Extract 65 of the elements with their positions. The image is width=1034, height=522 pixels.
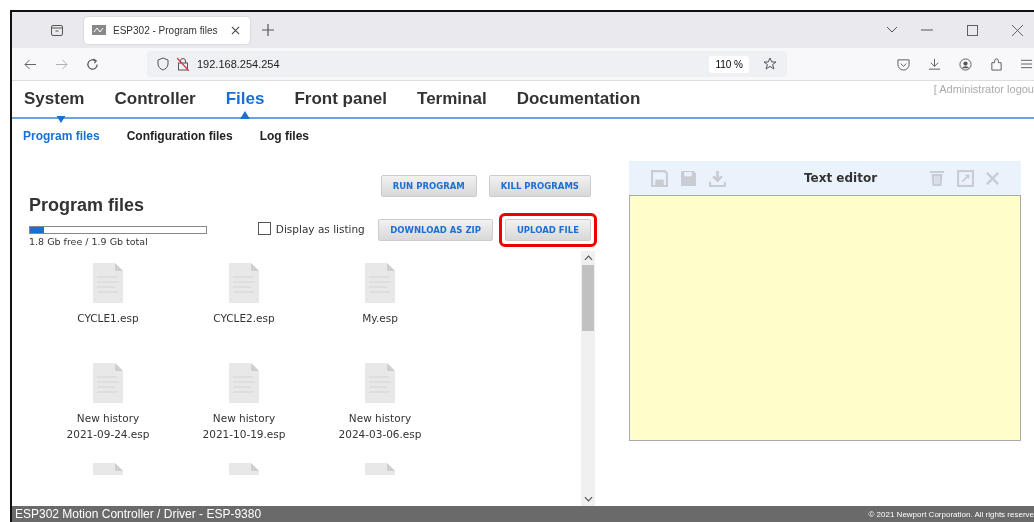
file-icon[interactable] bbox=[229, 263, 259, 303]
browser-tab[interactable]: ESP302 - Program files bbox=[84, 16, 250, 44]
save-as-icon[interactable] bbox=[680, 169, 697, 187]
menu-icon[interactable] bbox=[1021, 59, 1032, 69]
expand-icon[interactable] bbox=[957, 169, 974, 187]
save-icon[interactable] bbox=[651, 169, 668, 187]
back-arrow-icon[interactable] bbox=[24, 58, 37, 70]
pocket-icon[interactable] bbox=[897, 57, 910, 71]
nav-tab[interactable]: System bbox=[24, 89, 85, 109]
new-tab-icon[interactable] bbox=[262, 24, 274, 36]
action-button[interactable]: RUN PROGRAM bbox=[380, 175, 477, 197]
triangle-down-icon bbox=[56, 116, 66, 123]
nav-tab[interactable]: Terminal bbox=[417, 89, 487, 109]
nav-tab[interactable]: Controller bbox=[114, 89, 196, 109]
tab-title: ESP302 - Program files bbox=[113, 24, 219, 36]
account-icon[interactable] bbox=[959, 57, 972, 71]
copyright-text: © 2021 Newport Corporation. All rights reserve bbox=[868, 509, 1034, 519]
storage-reading: 1.8 Gb free / 1.9 Gb total bbox=[29, 236, 149, 247]
file-name[interactable]: New history 2021-09-24.esp bbox=[66, 410, 150, 442]
file-icon[interactable] bbox=[365, 363, 395, 403]
url-text: 192.168.254.254 bbox=[197, 58, 280, 70]
subnav-tab[interactable]: Log files bbox=[259, 129, 310, 143]
forward-arrow-icon[interactable] bbox=[55, 58, 68, 70]
trash-icon[interactable] bbox=[929, 169, 945, 187]
nav-tab[interactable]: Documentation bbox=[516, 89, 641, 109]
reload-icon[interactable] bbox=[86, 57, 99, 71]
file-name[interactable]: CYCLE1.esp bbox=[77, 310, 139, 326]
triangle-up-icon bbox=[240, 111, 251, 119]
nav-tab[interactable]: Front panel bbox=[294, 89, 388, 109]
action-button[interactable]: DOWNLOAD AS ZIP bbox=[378, 219, 493, 241]
subnav-tab[interactable]: Configuration files bbox=[126, 129, 233, 143]
file-name[interactable]: New history 2021-10-19.esp bbox=[202, 410, 286, 442]
file-icon[interactable] bbox=[93, 363, 123, 403]
file-name[interactable]: New history 2024-03-06.esp bbox=[338, 410, 422, 442]
close-icon[interactable] bbox=[231, 25, 240, 35]
address-field[interactable]: 192.168.254.254 110 % bbox=[147, 51, 787, 77]
tab-list-icon[interactable] bbox=[50, 23, 64, 37]
insecure-lock-icon bbox=[177, 57, 189, 71]
minimize-icon[interactable] bbox=[921, 29, 933, 31]
footer-title: ESP302 Motion Controller / Driver - ESP-9380 bbox=[15, 507, 262, 521]
file-name[interactable]: My.esp bbox=[362, 310, 398, 326]
scroll-thumb[interactable] bbox=[582, 265, 594, 331]
chevron-up-icon[interactable] bbox=[583, 255, 593, 261]
close-icon[interactable] bbox=[1012, 24, 1023, 36]
action-button[interactable]: UPLOAD FILE bbox=[504, 219, 591, 241]
star-icon[interactable] bbox=[763, 57, 777, 71]
nav-tab[interactable]: Files bbox=[225, 89, 265, 109]
scrollbar[interactable] bbox=[581, 251, 595, 506]
editor-title: Text editor bbox=[802, 171, 879, 185]
download-icon[interactable] bbox=[928, 57, 941, 71]
shield-icon bbox=[157, 57, 169, 71]
action-button[interactable]: KILL PROGRAMS bbox=[488, 175, 591, 197]
listing-checkbox[interactable]: Display as listing bbox=[257, 222, 373, 235]
zoom-level[interactable]: 110 % bbox=[709, 55, 749, 73]
file-icon[interactable] bbox=[365, 263, 395, 303]
chevron-down-icon[interactable] bbox=[886, 26, 898, 34]
file-icon[interactable] bbox=[93, 263, 123, 303]
maximize-icon[interactable] bbox=[967, 24, 978, 36]
subnav-tab[interactable]: Program files bbox=[23, 129, 100, 143]
extensions-icon[interactable] bbox=[990, 57, 1003, 71]
file-name[interactable]: CYCLE2.esp bbox=[213, 310, 275, 326]
favicon-icon bbox=[92, 25, 106, 35]
chevron-down-icon[interactable] bbox=[583, 496, 593, 502]
file-icon[interactable] bbox=[229, 363, 259, 403]
panel-title: Program files bbox=[29, 195, 146, 216]
